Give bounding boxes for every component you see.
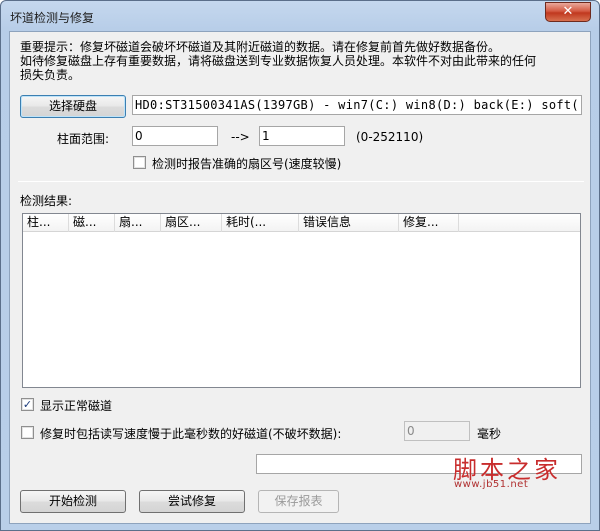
window-title: 坏道检测与修复 — [10, 11, 95, 25]
disk-info-display: HD0:ST31500341AS(1397GB) - win7(C:) win8… — [132, 95, 582, 115]
column-header-repair[interactable]: 修复... — [399, 214, 459, 232]
try-repair-button[interactable]: 尝试修复 — [139, 490, 245, 513]
column-header-time[interactable]: 耗时(... — [222, 214, 299, 232]
ms-unit-label: 毫秒 — [477, 427, 502, 441]
column-header-error[interactable]: 错误信息 — [299, 214, 399, 232]
cylinder-from-input[interactable]: 0 — [132, 126, 218, 146]
accurate-sector-checkbox[interactable] — [133, 156, 146, 169]
close-icon: ✕ — [562, 4, 574, 19]
watermark-url: www.jb51.net — [454, 479, 529, 490]
include-slow-checkbox[interactable] — [21, 426, 34, 439]
separator — [18, 181, 584, 182]
start-scan-button[interactable]: 开始检测 — [20, 490, 126, 513]
app-window: 坏道检测与修复 ✕ 重要提示：修复坏磁道会破坏坏磁道及其附近磁道的数据。请在修复… — [0, 0, 600, 531]
column-header-head[interactable]: 磁... — [69, 214, 115, 232]
results-list-header: 柱... 磁... 扇... 扇区... 耗时(... 错误信息 修复... — [23, 214, 580, 232]
results-label: 检测结果: — [20, 194, 73, 208]
title-bar[interactable]: 坏道检测与修复 ✕ — [1, 1, 599, 31]
notice-line-3: 损失负责。 — [20, 68, 81, 82]
accurate-sector-label: 检测时报告准确的扇区号(速度较慢) — [152, 157, 342, 171]
check-icon: ✓ — [22, 398, 33, 411]
save-report-button[interactable]: 保存报表 — [258, 490, 339, 513]
slow-ms-input[interactable]: 0 — [404, 421, 470, 441]
select-disk-button[interactable]: 选择硬盘 — [20, 95, 126, 118]
notice-line-2: 如待修复磁盘上存有重要数据，请将磁盘送到专业数据恢复人员处理。本软件不对由此带来… — [20, 54, 537, 68]
results-list[interactable]: 柱... 磁... 扇... 扇区... 耗时(... 错误信息 修复... — [22, 213, 581, 388]
column-header-sector-count[interactable]: 扇区... — [161, 214, 222, 232]
column-header-cylinder[interactable]: 柱... — [23, 214, 69, 232]
show-normal-checkbox[interactable]: ✓ — [21, 398, 34, 411]
notice-line-1: 重要提示：修复坏磁道会破坏坏磁道及其附近磁道的数据。请在修复前首先做好数据备份。 — [20, 40, 501, 54]
cylinder-range-hint: (0-252110) — [356, 130, 424, 144]
cylinder-to-input[interactable]: 1 — [259, 126, 345, 146]
close-button[interactable]: ✕ — [545, 2, 591, 22]
cylinder-range-label: 柱面范围: — [57, 132, 110, 146]
notice-text: 重要提示：修复坏磁道会破坏坏磁道及其附近磁道的数据。请在修复前首先做好数据备份。… — [20, 40, 580, 82]
column-header-sector[interactable]: 扇... — [115, 214, 161, 232]
range-arrow: --> — [231, 130, 250, 144]
show-normal-label: 显示正常磁道 — [40, 399, 113, 413]
include-slow-label: 修复时包括读写速度慢于此毫秒数的好磁道(不破坏数据): — [40, 427, 342, 441]
